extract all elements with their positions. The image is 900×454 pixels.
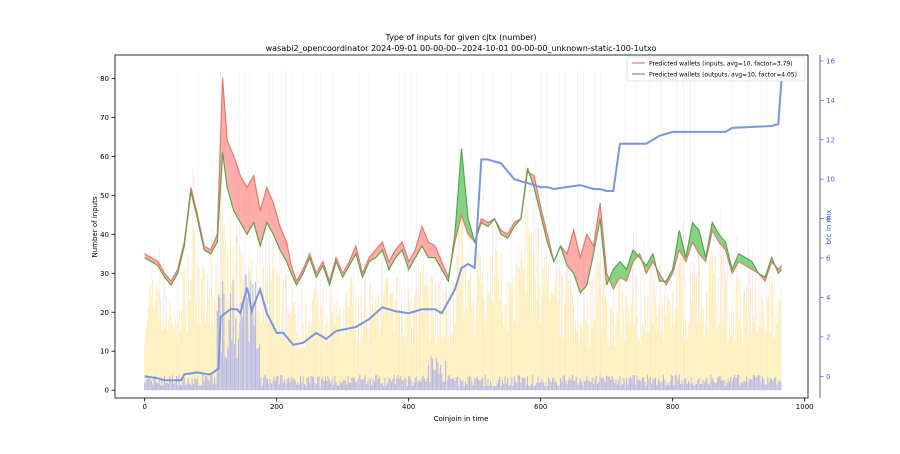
chart-figure: Type of inputs for given cjtx (number) w…	[0, 0, 900, 450]
y2-axis-label: btc in mix	[825, 210, 833, 245]
x-tick-label: 0	[142, 403, 146, 411]
y2-tick-label: 6	[826, 255, 831, 263]
y-tick-label: 60	[100, 153, 109, 161]
chart-subtitle: wasabi2_opencoordinator 2024-09-01 00-00…	[266, 44, 657, 53]
y-tick-label: 70	[100, 114, 109, 122]
y2-tick-label: 4	[826, 294, 831, 302]
x-tick-label: 1000	[796, 403, 814, 411]
y-tick-label: 80	[100, 75, 109, 83]
legend: Predicted wallets (inputs, avg=10, facto…	[626, 56, 806, 82]
y-tick-label: 40	[100, 231, 109, 239]
y2-tick-label: 12	[826, 136, 835, 144]
y-tick-label: 30	[100, 270, 109, 278]
legend-label-inputs: Predicted wallets (inputs, avg=10, facto…	[649, 61, 793, 68]
chart-svg: Type of inputs for given cjtx (number) w…	[0, 0, 900, 450]
y2-tick-label: 10	[826, 176, 835, 184]
y-tick-label: 20	[100, 309, 109, 317]
legend-label-outputs: Predicted wallets (outputs, avg=10, fact…	[649, 72, 797, 79]
y2-tick-label: 16	[826, 57, 835, 65]
y-tick-label: 10	[100, 348, 109, 356]
y2-tick-label: 14	[826, 97, 835, 105]
x-axis-label: Coinjoin in time	[434, 415, 489, 423]
y2-tick-label: 2	[826, 333, 830, 341]
y-tick-label: 50	[100, 192, 109, 200]
x-tick-label: 600	[534, 403, 547, 411]
y2-tick-label: 0	[826, 373, 830, 381]
chart-title: Type of inputs for given cjtx (number)	[384, 33, 536, 42]
x-tick-label: 200	[270, 403, 283, 411]
y-tick-label: 0	[105, 387, 109, 395]
y-axis-label: Number of inputs	[91, 196, 99, 257]
x-tick-label: 400	[402, 403, 415, 411]
x-tick-label: 800	[666, 403, 679, 411]
